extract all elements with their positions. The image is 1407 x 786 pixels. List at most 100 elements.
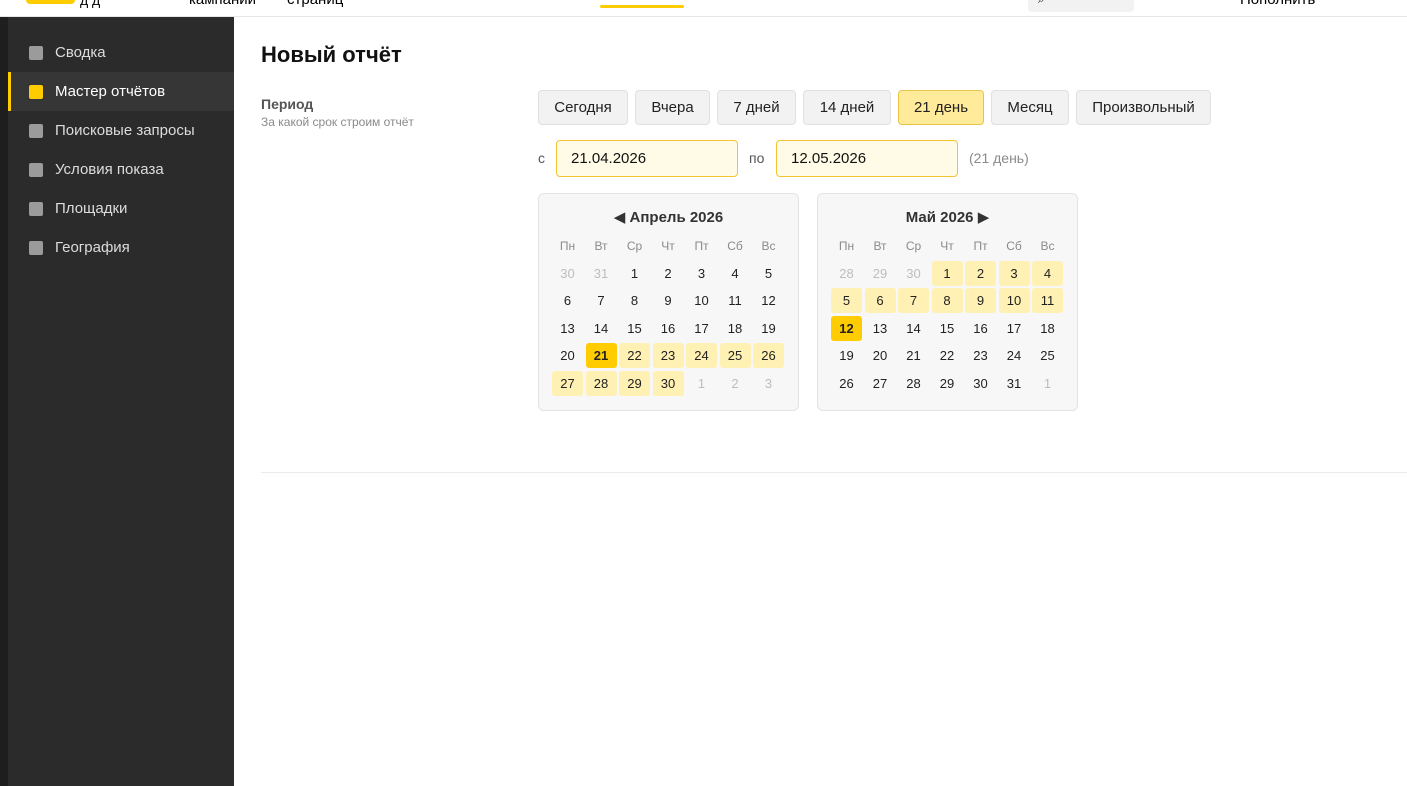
day-cell[interactable]: 30 <box>652 370 684 396</box>
day-cell[interactable]: 27 <box>552 370 583 396</box>
day-cell[interactable]: 13 <box>552 316 583 341</box>
day-cell[interactable]: 9 <box>965 288 996 313</box>
day-cell[interactable]: 17 <box>999 316 1030 341</box>
day-cell[interactable]: 30 <box>552 261 583 286</box>
day-cell[interactable]: 8 <box>931 288 963 313</box>
day-cell[interactable]: 11 <box>720 288 751 313</box>
day-cell[interactable]: 2 <box>965 260 996 286</box>
day-cell[interactable]: 28 <box>585 370 617 396</box>
day-cell[interactable]: 3 <box>753 371 784 396</box>
preset-month-button[interactable]: Месяц <box>991 90 1069 125</box>
day-cell[interactable]: 26 <box>831 371 862 396</box>
day-cell[interactable]: 4 <box>720 261 751 286</box>
preset-yesterday-button[interactable]: Вчера <box>635 90 710 125</box>
day-cell[interactable]: 6 <box>864 288 896 313</box>
sidebar-item-label: География <box>55 239 130 256</box>
selected-day-cell[interactable]: 21 <box>585 343 617 368</box>
sidebar-item-geography[interactable]: География <box>8 228 234 267</box>
day-cell[interactable]: 1 <box>619 261 650 286</box>
day-cell[interactable]: 6 <box>552 288 583 313</box>
day-cell[interactable]: 1 <box>1032 371 1063 396</box>
top-bar: д д кампаний страниц ⌕ Пополнить <box>0 0 1407 17</box>
date-to-input[interactable] <box>776 140 958 177</box>
day-cell[interactable]: 2 <box>653 261 684 286</box>
day-cell[interactable]: 31 <box>999 371 1030 396</box>
day-cell[interactable]: 3 <box>998 260 1030 286</box>
day-cell[interactable]: 28 <box>898 371 929 396</box>
sidebar-item-placements[interactable]: Площадки <box>8 189 234 228</box>
day-cell[interactable]: 21 <box>898 343 929 368</box>
preset-14-days-button[interactable]: 14 дней <box>803 90 891 125</box>
day-cell[interactable]: 29 <box>932 371 963 396</box>
prev-month-arrow-icon[interactable]: ◀ <box>614 209 626 226</box>
preset-custom-button[interactable]: Произвольный <box>1076 90 1211 125</box>
day-cell[interactable]: 28 <box>831 261 862 286</box>
day-cell[interactable]: 5 <box>753 261 784 286</box>
day-cell[interactable]: 2 <box>720 371 751 396</box>
sidebar-item-label: Условия показа <box>55 161 164 178</box>
day-cell[interactable]: 30 <box>965 371 996 396</box>
sidebar-item-report-wizard[interactable]: Мастер отчётов <box>8 72 234 111</box>
day-cell[interactable]: 24 <box>999 343 1030 368</box>
day-cell[interactable]: 1 <box>931 260 963 286</box>
day-cell[interactable]: 25 <box>719 343 751 368</box>
weekday-label: Вс <box>761 238 776 253</box>
day-cell[interactable]: 13 <box>865 316 896 341</box>
day-cell[interactable]: 20 <box>552 343 583 368</box>
preset-21-days-button[interactable]: 21 день <box>898 90 984 125</box>
day-cell[interactable]: 15 <box>619 316 650 341</box>
day-cell[interactable]: 24 <box>686 343 717 368</box>
day-cell[interactable]: 7 <box>586 288 617 313</box>
day-cell[interactable]: 16 <box>965 316 996 341</box>
day-cell[interactable]: 26 <box>753 343 784 368</box>
selected-day-cell[interactable]: 12 <box>831 315 862 341</box>
top-tab-campaigns[interactable]: кампаний <box>189 0 256 8</box>
day-cell[interactable]: 27 <box>865 371 896 396</box>
date-from-input[interactable] <box>556 140 738 177</box>
day-cell[interactable]: 15 <box>932 316 963 341</box>
day-cell[interactable]: 20 <box>865 343 896 368</box>
top-tab-pages[interactable]: страниц <box>287 0 343 8</box>
day-cell[interactable]: 16 <box>653 316 684 341</box>
day-cell[interactable]: 3 <box>686 261 717 286</box>
day-cell[interactable]: 10 <box>686 288 717 313</box>
weekday-label: Сб <box>1006 238 1022 253</box>
day-cell[interactable]: 7 <box>898 288 929 313</box>
day-cell[interactable]: 11 <box>1032 288 1063 313</box>
next-month-arrow-icon[interactable]: ▶ <box>978 209 990 226</box>
day-cell[interactable]: 5 <box>831 288 862 313</box>
day-cell[interactable]: 23 <box>965 343 996 368</box>
day-cell[interactable]: 18 <box>1032 316 1063 341</box>
week-row: 28 29 30 1 2 3 4 <box>831 260 1066 286</box>
day-cell[interactable]: 19 <box>753 316 784 341</box>
day-cell[interactable]: 29 <box>865 261 896 286</box>
day-cell[interactable]: 29 <box>619 370 650 396</box>
topup-button[interactable]: Пополнить <box>1240 0 1315 8</box>
day-cell[interactable]: 22 <box>619 343 650 368</box>
day-cell[interactable]: 12 <box>753 288 784 313</box>
week-row: 20 21 22 23 24 25 26 <box>552 343 787 368</box>
logo[interactable] <box>26 0 75 4</box>
day-cell[interactable]: 10 <box>998 288 1030 313</box>
day-cell[interactable]: 25 <box>1032 343 1063 368</box>
day-cell[interactable]: 1 <box>686 371 717 396</box>
day-cell[interactable]: 30 <box>898 261 929 286</box>
sidebar-item-summary[interactable]: Сводка <box>8 33 234 72</box>
day-cell[interactable]: 17 <box>686 316 717 341</box>
calendar-april: ◀ Апрель 2026 Пн Вт Ср Чт Пт Сб Вс 30 31 1 2 3 4 5 6 7 8… <box>538 193 799 411</box>
day-cell[interactable]: 9 <box>653 288 684 313</box>
calendar-month-title: Апрель 2026 <box>629 209 724 226</box>
sidebar-item-targeting[interactable]: Условия показа <box>8 150 234 189</box>
preset-today-button[interactable]: Сегодня <box>538 90 628 125</box>
sidebar-item-search-queries[interactable]: Поисковые запросы <box>8 111 234 150</box>
day-cell[interactable]: 14 <box>586 316 617 341</box>
day-cell[interactable]: 23 <box>652 343 684 368</box>
day-cell[interactable]: 18 <box>720 316 751 341</box>
day-cell[interactable]: 31 <box>586 261 617 286</box>
day-cell[interactable]: 14 <box>898 316 929 341</box>
day-cell[interactable]: 19 <box>831 343 862 368</box>
preset-7-days-button[interactable]: 7 дней <box>717 90 796 125</box>
day-cell[interactable]: 8 <box>619 288 650 313</box>
day-cell[interactable]: 22 <box>932 343 963 368</box>
day-cell[interactable]: 4 <box>1032 260 1063 286</box>
